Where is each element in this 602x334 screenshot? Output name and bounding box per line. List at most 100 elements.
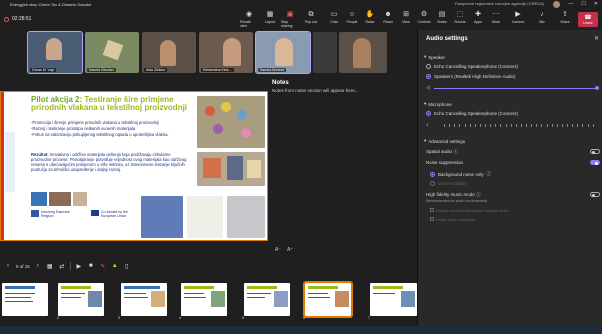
radio-button[interactable] bbox=[430, 181, 435, 186]
hifi-option[interactable]: Enable stereo conditioner bbox=[430, 217, 602, 222]
mic-button[interactable]: ♪ Mic bbox=[533, 11, 551, 28]
notes-panel: Notes Notes from notes section will appe… bbox=[272, 80, 412, 93]
meeting-toolbar: 02:28:51 ◉ Private view ▦ Layout ▣ Stop sha… bbox=[0, 9, 602, 30]
grid-view-icon[interactable]: ▦ bbox=[46, 262, 54, 270]
apps-button[interactable]: ✚ Apps bbox=[469, 11, 487, 28]
chevron-down-icon: ▾ bbox=[424, 101, 427, 106]
participant-video bbox=[46, 38, 62, 60]
close-window-button[interactable]: ✕ bbox=[594, 1, 598, 7]
mic-icon: ♪ bbox=[426, 122, 429, 128]
chat-icon: ▭ bbox=[330, 11, 338, 18]
speaker-option[interactable]: Speakers (Realtek High Definition Audio) bbox=[426, 74, 516, 79]
slide-thumbnail[interactable] bbox=[2, 283, 48, 316]
audio-settings-panel: Audio settings ✕ ▾ Speaker Echo Cancelli… bbox=[417, 30, 602, 326]
prev-slide-button[interactable]: ‹ bbox=[4, 262, 12, 270]
slide-thumbnail[interactable] bbox=[121, 283, 167, 316]
stop-share-icon: ▣ bbox=[286, 11, 294, 18]
pen-icon[interactable]: ✎ bbox=[99, 262, 107, 270]
meeting-timer: 02:28:51 bbox=[4, 16, 31, 22]
thumbnail-number: 3 bbox=[118, 316, 120, 320]
maximize-button[interactable]: ☐ bbox=[581, 1, 585, 7]
camera-button[interactable]: ▶ Camera bbox=[509, 11, 527, 28]
microphone-section-header[interactable]: ▾ Microphone bbox=[424, 101, 452, 107]
rooms-button[interactable]: ⬚ Rooms bbox=[451, 11, 469, 28]
participant-tile[interactable]: Alda Zbikica bbox=[142, 32, 196, 73]
apps-icon: ✚ bbox=[475, 11, 481, 18]
slide-accent-bar bbox=[1, 92, 4, 240]
react-button[interactable]: ☻ React bbox=[379, 11, 397, 28]
microphone-option[interactable]: Echo Cancelling Speakerphone (Connect) bbox=[426, 111, 518, 116]
participant-name: Sanela Zibodan bbox=[87, 68, 116, 72]
smile-icon: ☻ bbox=[384, 11, 392, 18]
private-view-button[interactable]: ◉ Private view bbox=[240, 11, 258, 28]
share-button[interactable]: ⇪ Share bbox=[556, 11, 574, 28]
speaker-section-header[interactable]: ▾ Speaker bbox=[424, 54, 445, 60]
noise-option[interactable]: Voice isolation bbox=[430, 181, 467, 186]
leave-button[interactable]: ☎ Leave bbox=[578, 12, 598, 27]
radio-button-selected[interactable] bbox=[430, 171, 435, 177]
slider-knob[interactable] bbox=[595, 86, 599, 90]
radio-button[interactable] bbox=[426, 64, 431, 69]
people-icon: ☺ bbox=[348, 11, 356, 18]
controls-button[interactable]: ⚙ Controls bbox=[415, 11, 433, 28]
spatial-audio-toggle[interactable] bbox=[590, 149, 600, 154]
window-title: Energyjeb skup Green Tec & Dinamic Danub… bbox=[10, 2, 92, 7]
zoom-out-button[interactable]: A⁻ bbox=[275, 247, 281, 253]
eu-flag-icon bbox=[31, 210, 39, 217]
next-slide-button[interactable]: › bbox=[34, 262, 42, 270]
checkbox[interactable] bbox=[430, 208, 434, 212]
swap-icon[interactable]: ⇄ bbox=[58, 262, 66, 270]
hifi-option[interactable]: Original sound for microphone computer a… bbox=[430, 208, 602, 213]
participant-name: Klementina Kerz... bbox=[201, 68, 234, 72]
more-button[interactable]: ⋯ More bbox=[487, 11, 505, 28]
speaker-option[interactable]: Echo Cancelling Speakerphone (Connect) bbox=[426, 64, 518, 69]
participant-tile[interactable]: Goran M. Vojo bbox=[27, 31, 83, 74]
avatar[interactable] bbox=[553, 1, 560, 8]
speaker-volume-slider[interactable]: ◁ bbox=[426, 85, 599, 91]
radio-button-selected[interactable] bbox=[426, 111, 431, 116]
slide-thumbnail[interactable] bbox=[244, 283, 290, 316]
zoom-in-button[interactable]: A⁺ bbox=[287, 247, 293, 253]
pop-out-button[interactable]: ⧉ Pop out bbox=[302, 11, 320, 28]
raise-hand-button[interactable]: ✋ Raise bbox=[361, 11, 379, 28]
slide-photo-grey-wool bbox=[227, 196, 265, 238]
slide-counter: 6 of 15 bbox=[16, 263, 30, 269]
slide-photo-fibres bbox=[197, 96, 265, 148]
people-button[interactable]: ☺ People bbox=[343, 11, 361, 28]
stop-sharing-button[interactable]: ▣ Stop sharing bbox=[281, 11, 299, 28]
blackout-icon[interactable]: ■ bbox=[87, 262, 95, 270]
noise-suppression-toggle[interactable] bbox=[590, 160, 600, 165]
radio-button-selected[interactable] bbox=[426, 74, 431, 79]
controls-icon: ⚙ bbox=[420, 11, 428, 18]
close-panel-button[interactable]: ✕ bbox=[594, 35, 599, 42]
participant-tile[interactable]: Sandra Brezhof bbox=[255, 31, 311, 74]
hifi-subtitle: Recommended for studio environments bbox=[426, 199, 488, 203]
window-controls: — ☐ ✕ bbox=[568, 1, 598, 7]
participant-tile[interactable]: Sanela Zibodan bbox=[85, 32, 139, 73]
notes-button[interactable]: ▤ Notes bbox=[433, 11, 451, 28]
slide-thumbnail-current[interactable] bbox=[303, 281, 353, 318]
chat-button[interactable]: ▭ Chat bbox=[325, 11, 343, 28]
notes-icon: ▤ bbox=[438, 11, 446, 18]
org-name: Farsporine regionalne razvojne agencije … bbox=[455, 1, 545, 6]
slide-photo-workshop bbox=[197, 152, 265, 186]
layout-button[interactable]: ▦ Layout bbox=[261, 11, 279, 28]
participant-tile[interactable]: Klementina Kerz... bbox=[199, 32, 253, 73]
programme-name: Interreg Danube Region bbox=[41, 209, 70, 218]
view-button[interactable]: ⊞ View bbox=[397, 11, 415, 28]
advanced-section-header[interactable]: ▾ Advanced settings bbox=[424, 138, 465, 144]
minimize-button[interactable]: — bbox=[568, 1, 573, 7]
slide-thumbnail[interactable] bbox=[58, 283, 104, 316]
play-icon[interactable]: ▶ bbox=[75, 262, 83, 270]
photo-thumb bbox=[31, 192, 47, 206]
eraser-icon[interactable]: ▯ bbox=[123, 262, 131, 270]
participant-tile[interactable] bbox=[313, 32, 337, 73]
hifi-mode-toggle[interactable] bbox=[590, 192, 600, 197]
highlighter-icon[interactable]: ▲ bbox=[111, 262, 119, 270]
participant-tile[interactable] bbox=[339, 32, 387, 73]
noise-option[interactable]: Background noise only ⓘ bbox=[430, 171, 491, 177]
slide-thumbnail[interactable] bbox=[181, 283, 227, 316]
slide-thumbnail[interactable] bbox=[370, 283, 417, 316]
checkbox[interactable] bbox=[430, 217, 434, 221]
eu-flag-icon bbox=[91, 210, 99, 216]
